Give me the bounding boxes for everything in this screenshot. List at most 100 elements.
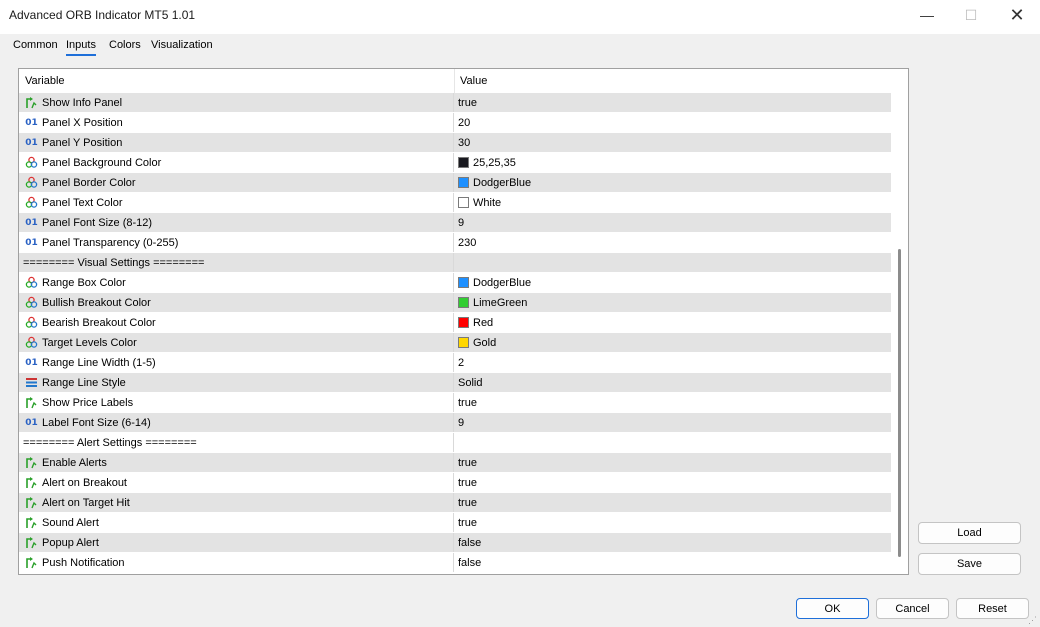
value-cell[interactable]: 9 [455,413,894,432]
variable-name: Popup Alert [42,536,99,549]
title-bar: Advanced ORB Indicator MT5 1.01 — ☐ ✕ [0,0,1040,34]
value-text: 9 [458,416,465,429]
value-cell[interactable]: Gold [455,333,894,352]
color-palette-icon [25,156,38,169]
color-swatch [458,157,469,168]
variable-name: Bullish Breakout Color [42,296,151,309]
value-cell[interactable]: 30 [455,133,894,152]
table-row[interactable]: 01 Range Line Width (1-5) 2 [19,353,891,373]
value-cell[interactable]: false [455,533,894,552]
color-palette-icon [25,336,38,349]
value-cell[interactable]: 230 [455,233,894,252]
column-header-variable[interactable]: Variable [25,75,65,87]
value-cell[interactable]: true [455,513,894,532]
color-swatch [458,317,469,328]
table-row[interactable]: 01 Panel X Position 20 [19,113,891,133]
value-cell[interactable]: 2 [455,353,894,372]
variable-cell: 01 Panel X Position [19,113,454,132]
value-cell[interactable]: DodgerBlue [455,273,894,292]
table-row[interactable]: Bearish Breakout Color Red [19,313,891,333]
value-cell[interactable]: true [455,473,894,492]
variable-name: ======== Visual Settings ======== [23,256,205,269]
load-button[interactable]: Load [918,522,1021,544]
table-row[interactable]: ======== Visual Settings ======== [19,253,891,273]
table-row[interactable]: Range Box Color DodgerBlue [19,273,891,293]
close-button[interactable]: ✕ [994,0,1040,30]
variable-name: Panel Border Color [42,176,136,189]
grid-header: Variable Value [19,69,891,94]
table-row[interactable]: ======== Alert Settings ======== [19,433,891,453]
table-row[interactable]: Sound Alert true [19,513,891,533]
table-row[interactable]: Show Price Labels true [19,393,891,413]
table-row[interactable]: Target Levels Color Gold [19,333,891,353]
variable-name: Panel Text Color [42,196,123,209]
tab-common[interactable]: Common [13,39,58,54]
variable-name: Bearish Breakout Color [42,316,156,329]
value-cell[interactable]: true [455,93,894,112]
variable-name: Target Levels Color [42,336,137,349]
table-row[interactable]: Panel Border Color DodgerBlue [19,173,891,193]
value-cell[interactable]: 25,25,35 [455,153,894,172]
variable-name: Range Line Width (1-5) [42,356,156,369]
variable-cell: Range Box Color [19,273,454,292]
tab-inputs[interactable]: Inputs [66,39,96,56]
value-text: true [458,496,477,509]
table-row[interactable]: Popup Alert false [19,533,891,553]
maximize-button[interactable]: ☐ [948,0,994,30]
variable-name: Sound Alert [42,516,99,529]
variable-cell: Panel Text Color [19,193,454,212]
integer-icon: 01 [25,117,38,128]
color-palette-icon [25,296,38,309]
table-row[interactable]: 01 Panel Transparency (0-255) 230 [19,233,891,253]
table-row[interactable]: 01 Panel Font Size (8-12) 9 [19,213,891,233]
resize-grip-icon[interactable]: ⋰ [1028,615,1037,626]
table-row[interactable]: Bullish Breakout Color LimeGreen [19,293,891,313]
value-text: true [458,96,477,109]
value-cell[interactable]: 9 [455,213,894,232]
variable-name: Alert on Target Hit [42,496,130,509]
table-row[interactable]: 01 Label Font Size (6-14) 9 [19,413,891,433]
variable-cell: Show Info Panel [19,93,454,112]
value-cell[interactable]: true [455,393,894,412]
value-cell[interactable]: false [455,553,894,572]
variable-name: Enable Alerts [42,456,107,469]
value-cell[interactable]: Red [455,313,894,332]
bool-arrow-icon [25,476,38,489]
value-cell[interactable] [455,433,894,452]
table-row[interactable]: Enable Alerts true [19,453,891,473]
value-cell[interactable]: LimeGreen [455,293,894,312]
ok-button[interactable]: OK [796,598,869,619]
table-row[interactable]: Range Line Style Solid [19,373,891,393]
value-cell[interactable]: 20 [455,113,894,132]
value-cell[interactable]: Solid [455,373,894,392]
save-button[interactable]: Save [918,553,1021,575]
table-row[interactable]: Alert on Target Hit true [19,493,891,513]
minimize-button[interactable]: — [904,0,950,30]
column-header-value[interactable]: Value [460,75,487,87]
variable-cell: Panel Background Color [19,153,454,172]
tab-visualization[interactable]: Visualization [151,39,213,54]
cancel-button[interactable]: Cancel [876,598,949,619]
variable-name: Panel Background Color [42,156,162,169]
table-row[interactable]: Show Info Panel true [19,93,891,113]
reset-button[interactable]: Reset [956,598,1029,619]
tab-bar: Common Inputs Colors Visualization [0,36,1040,58]
value-cell[interactable] [455,253,894,272]
value-cell[interactable]: true [455,493,894,512]
table-row[interactable]: 01 Panel Y Position 30 [19,133,891,153]
color-swatch [458,277,469,288]
bool-arrow-icon [25,556,38,569]
table-row[interactable]: Panel Text Color White [19,193,891,213]
color-swatch [458,177,469,188]
value-cell[interactable]: DodgerBlue [455,173,894,192]
tab-colors[interactable]: Colors [109,39,141,54]
vertical-scrollbar[interactable] [898,249,901,557]
value-cell[interactable]: White [455,193,894,212]
variable-name: Push Notification [42,556,125,569]
table-row[interactable]: Alert on Breakout true [19,473,891,493]
table-row[interactable]: Panel Background Color 25,25,35 [19,153,891,173]
bool-arrow-icon [25,96,38,109]
table-row[interactable]: Push Notification false [19,553,891,573]
value-cell[interactable]: true [455,453,894,472]
variable-cell: Enable Alerts [19,453,454,472]
